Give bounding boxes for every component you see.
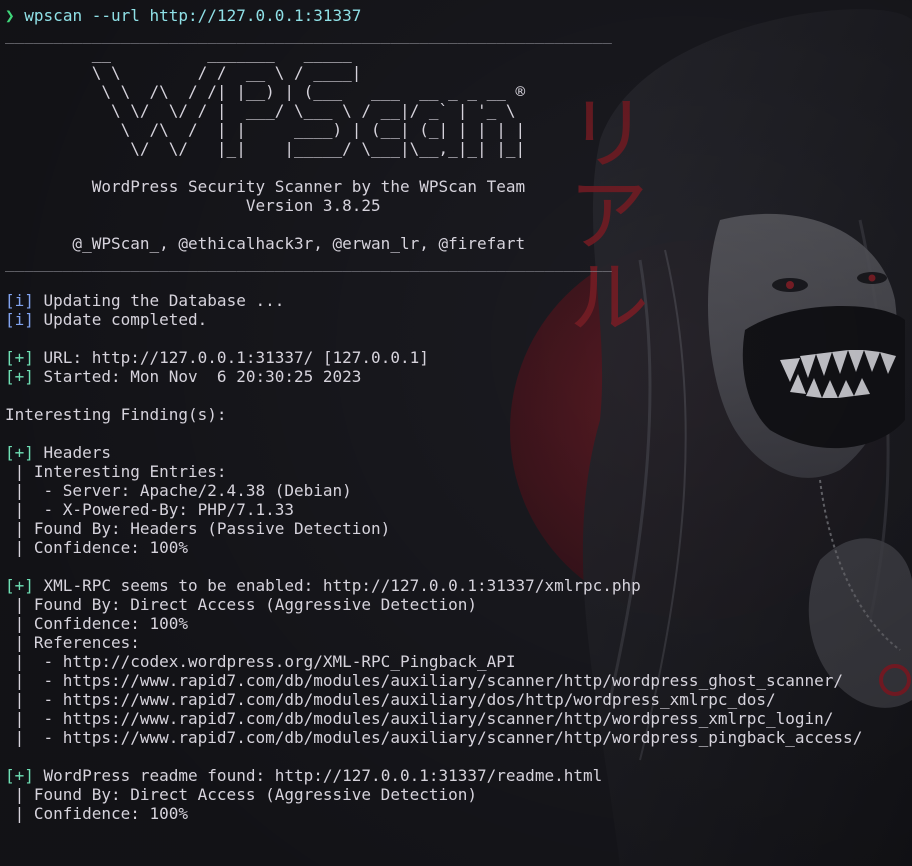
banner-art-line: \/ \/ |_| |_____/ \___|\__,_|_| |_| bbox=[5, 139, 526, 158]
scan-output: [i] Updating the Database ... [i] Update … bbox=[5, 291, 912, 823]
banner-subtitle: WordPress Security Scanner by the WPScan… bbox=[5, 177, 526, 196]
output-text: | Confidence: 100% bbox=[5, 804, 189, 823]
status-tag: [i] bbox=[5, 310, 34, 329]
output-line: | Found By: Direct Access (Aggressive De… bbox=[5, 785, 912, 804]
output-text: XML-RPC seems to be enabled: http://127.… bbox=[33, 576, 641, 595]
output-line: | - X-Powered-By: PHP/7.1.33 bbox=[5, 500, 912, 519]
output-text: | Found By: Direct Access (Aggressive De… bbox=[5, 785, 478, 804]
output-text: | References: bbox=[5, 633, 140, 652]
output-line: | Confidence: 100% bbox=[5, 538, 912, 557]
status-tag: [+] bbox=[5, 766, 34, 785]
output-line: [+] XML-RPC seems to be enabled: http://… bbox=[5, 576, 912, 595]
prompt-chevron-icon: ❯ bbox=[5, 6, 15, 25]
output-line: | - https://www.rapid7.com/db/modules/au… bbox=[5, 709, 912, 728]
output-text: Headers bbox=[33, 443, 111, 462]
output-line: [+] URL: http://127.0.0.1:31337/ [127.0.… bbox=[5, 348, 912, 367]
output-text: Update completed. bbox=[33, 310, 208, 329]
output-text: URL: http://127.0.0.1:31337/ [127.0.0.1] bbox=[33, 348, 429, 367]
separator-top: ________________________________________… bbox=[5, 25, 612, 44]
status-tag: [+] bbox=[5, 443, 34, 462]
output-text: WordPress readme found: http://127.0.0.1… bbox=[33, 766, 603, 785]
output-text: | - https://www.rapid7.com/db/modules/au… bbox=[5, 671, 844, 690]
output-text: | Found By: Direct Access (Aggressive De… bbox=[5, 595, 478, 614]
output-text: | Confidence: 100% bbox=[5, 614, 189, 633]
output-text: | - https://www.rapid7.com/db/modules/au… bbox=[5, 728, 863, 747]
output-text: Updating the Database ... bbox=[33, 291, 285, 310]
output-text: | - https://www.rapid7.com/db/modules/au… bbox=[5, 690, 776, 709]
command-line[interactable]: ❯ wpscan --url http://127.0.0.1:31337 bbox=[5, 6, 912, 25]
status-tag: [+] bbox=[5, 348, 34, 367]
output-text: | - X-Powered-By: PHP/7.1.33 bbox=[5, 500, 294, 519]
banner-credits: @_WPScan_, @ethicalhack3r, @erwan_lr, @f… bbox=[5, 234, 526, 253]
output-line: | - https://www.rapid7.com/db/modules/au… bbox=[5, 728, 912, 747]
terminal-window[interactable]: リアル ❯ wpscan --url http://127.0.0.1:3133… bbox=[0, 0, 912, 866]
output-line: [+] Started: Mon Nov 6 20:30:25 2023 bbox=[5, 367, 912, 386]
banner-version: Version 3.8.25 bbox=[5, 196, 381, 215]
output-line: | References: bbox=[5, 633, 912, 652]
output-line: | - http://codex.wordpress.org/XML-RPC_P… bbox=[5, 652, 912, 671]
output-text: Interesting Finding(s): bbox=[5, 405, 227, 424]
banner-art-line: \ \/ \/ / | ___/ \___ \ / __|/ _` | '_ \ bbox=[5, 101, 516, 120]
output-line: | - https://www.rapid7.com/db/modules/au… bbox=[5, 671, 912, 690]
output-text: | Interesting Entries: bbox=[5, 462, 227, 481]
status-tag: [i] bbox=[5, 291, 34, 310]
command-name: wpscan bbox=[24, 6, 83, 25]
output-line: | Interesting Entries: bbox=[5, 462, 912, 481]
banner-art-line: \ \ /\ / /| |__) | (___ ___ __ _ _ __ ® bbox=[5, 82, 526, 101]
output-text: | Confidence: 100% bbox=[5, 538, 189, 557]
output-line: | Found By: Direct Access (Aggressive De… bbox=[5, 595, 912, 614]
output-line: | Confidence: 100% bbox=[5, 804, 912, 823]
output-line: [i] Updating the Database ... bbox=[5, 291, 912, 310]
status-tag: [+] bbox=[5, 576, 34, 595]
status-tag: [+] bbox=[5, 367, 34, 386]
output-line: [i] Update completed. bbox=[5, 310, 912, 329]
output-line: | - Server: Apache/2.4.38 (Debian) bbox=[5, 481, 912, 500]
output-line: | Found By: Headers (Passive Detection) bbox=[5, 519, 912, 538]
output-text: Started: Mon Nov 6 20:30:25 2023 bbox=[33, 367, 362, 386]
output-line: Interesting Finding(s): bbox=[5, 405, 912, 424]
banner-art-line: \ \ / / __ \ / ____| bbox=[5, 63, 362, 82]
banner-art-line: __ _______ _____ bbox=[5, 44, 352, 63]
separator-bottom: ________________________________________… bbox=[5, 253, 612, 272]
output-line: | Confidence: 100% bbox=[5, 614, 912, 633]
output-text: | Found By: Headers (Passive Detection) bbox=[5, 519, 391, 538]
output-text: | - https://www.rapid7.com/db/modules/au… bbox=[5, 709, 834, 728]
output-line: | - https://www.rapid7.com/db/modules/au… bbox=[5, 690, 912, 709]
output-text: | - Server: Apache/2.4.38 (Debian) bbox=[5, 481, 352, 500]
output-line: [+] WordPress readme found: http://127.0… bbox=[5, 766, 912, 785]
output-line: [+] Headers bbox=[5, 443, 912, 462]
output-text: | - http://codex.wordpress.org/XML-RPC_P… bbox=[5, 652, 516, 671]
command-args: --url http://127.0.0.1:31337 bbox=[82, 6, 362, 25]
banner-art-line: \ /\ / | | ____) | (__| (_| | | | | bbox=[5, 120, 526, 139]
